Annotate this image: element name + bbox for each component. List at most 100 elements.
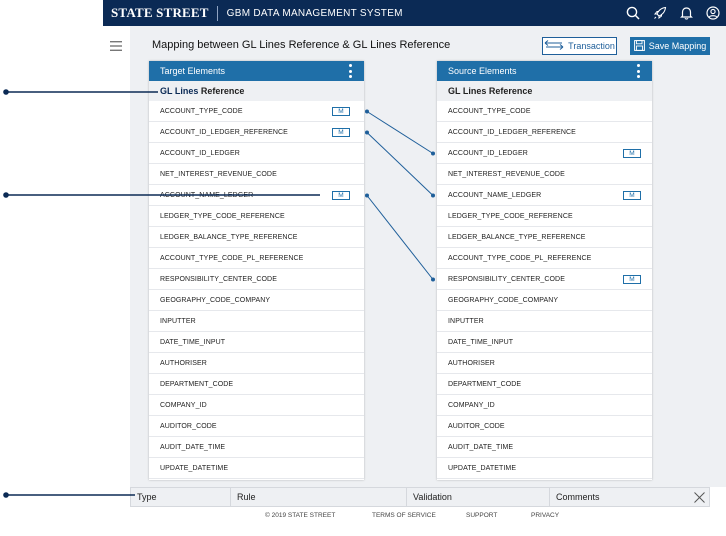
source-elements-panel: Source Elements GL Lines Reference ACCOU… [437,61,652,480]
source-row-label: GEOGRAPHY_CODE_COMPANY [448,296,559,304]
target-row-account-type-code-pl-reference[interactable]: ACCOUNT_TYPE_CODE_PL_REFERENCE [149,248,364,269]
target-row-label: UPDATE_DATETIME [160,464,229,472]
target-row-inputter[interactable]: INPUTTER [149,311,364,332]
target-row-label: ACCOUNT_ID_LEDGER [160,149,240,157]
source-row-account-id-ledger-reference[interactable]: ACCOUNT_ID_LEDGER_REFERENCE [437,122,652,143]
mapped-badge[interactable]: M [623,191,641,200]
target-row-account-name-ledger[interactable]: ACCOUNT_NAME_LEDGER M [149,185,364,206]
source-row-label: ACCOUNT_TYPE_CODE [448,107,531,115]
source-row-label: DATE_TIME_INPUT [448,338,514,346]
save-mapping-button[interactable]: Save Mapping [630,37,710,55]
source-row-auditor-code[interactable]: AUDITOR_CODE [437,416,652,437]
source-row-label: COMPANY_ID [448,401,495,409]
column-rule[interactable]: Rule [231,488,407,506]
user-icon[interactable] [706,6,720,20]
source-row-account-name-ledger[interactable]: ACCOUNT_NAME_LEDGER M [437,185,652,206]
rules-table-header: Type Rule Validation Comments [130,487,710,507]
column-validation[interactable]: Validation [407,488,550,506]
target-row-label: DEPARTMENT_CODE [160,380,234,388]
target-row-net-interest-revenue-code[interactable]: NET_INTEREST_REVENUE_CODE [149,164,364,185]
mapped-badge[interactable]: M [623,149,641,158]
mapped-badge[interactable]: M [623,275,641,284]
source-row-net-interest-revenue-code[interactable]: NET_INTEREST_REVENUE_CODE [437,164,652,185]
source-row-label: INPUTTER [448,317,484,325]
source-row-label: LEDGER_TYPE_CODE_REFERENCE [448,212,573,220]
source-element-list: ACCOUNT_TYPE_CODE ACCOUNT_ID_LEDGER_REFER… [437,101,652,479]
source-row-authoriser[interactable]: AUTHORISER [437,353,652,374]
callout-entity-dot [3,89,9,95]
header-icons [626,0,720,26]
target-row-authoriser[interactable]: AUTHORISER [149,353,364,374]
source-panel-title: Source Elements [448,66,517,76]
target-entity-name-rest: Reference [198,86,245,96]
source-row-update-datetime[interactable]: UPDATE_DATETIME [437,458,652,479]
target-row-company-id[interactable]: COMPANY_ID [149,395,364,416]
source-row-account-type-code[interactable]: ACCOUNT_TYPE_CODE [437,101,652,122]
target-row-label: ACCOUNT_ID_LEDGER_REFERENCE [160,128,288,136]
source-row-ledger-balance-type-reference[interactable]: LEDGER_BALANCE_TYPE_REFERENCE [437,227,652,248]
source-row-account-id-ledger[interactable]: ACCOUNT_ID_LEDGER M [437,143,652,164]
target-row-department-code[interactable]: DEPARTMENT_CODE [149,374,364,395]
footer: © 2019 STATE STREET TERMS OF SERVICE SUP… [0,512,726,522]
target-row-responsibility-center-code[interactable]: RESPONSIBILITY_CENTER_CODE [149,269,364,290]
target-row-label: ACCOUNT_NAME_LEDGER [160,191,254,199]
source-row-geography-code-company[interactable]: GEOGRAPHY_CODE_COMPANY [437,290,652,311]
column-comments[interactable]: Comments [550,488,690,506]
target-row-ledger-balance-type-reference[interactable]: LEDGER_BALANCE_TYPE_REFERENCE [149,227,364,248]
bell-icon[interactable] [680,6,693,20]
column-type[interactable]: Type [131,488,231,506]
target-row-label: COMPANY_ID [160,401,207,409]
footer-privacy-link[interactable]: PRIVACY [531,512,559,519]
close-icon[interactable] [694,492,705,505]
source-row-label: ACCOUNT_NAME_LEDGER [448,191,542,199]
source-row-audit-date-time[interactable]: AUDIT_DATE_TIME [437,437,652,458]
footer-terms-link[interactable]: TERMS OF SERVICE [372,512,436,519]
page-title: Mapping between GL Lines Reference & GL … [152,39,451,51]
source-row-label: DEPARTMENT_CODE [448,380,522,388]
target-panel-title: Target Elements [160,66,226,76]
target-row-update-datetime[interactable]: UPDATE_DATETIME [149,458,364,479]
mapped-badge[interactable]: M [332,191,350,200]
source-row-label: AUDITOR_CODE [448,422,505,430]
menu-icon[interactable] [110,38,122,56]
target-row-label: NET_INTEREST_REVENUE_CODE [160,170,277,178]
source-row-company-id[interactable]: COMPANY_ID [437,395,652,416]
source-row-department-code[interactable]: DEPARTMENT_CODE [437,374,652,395]
target-kebab-menu-icon[interactable] [349,64,353,78]
target-entity-name-highlight: GL Lines [160,86,199,96]
source-row-ledger-type-code-reference[interactable]: LEDGER_TYPE_CODE_REFERENCE [437,206,652,227]
target-row-account-id-ledger-reference[interactable]: ACCOUNT_ID_LEDGER_REFERENCE M [149,122,364,143]
target-row-account-id-ledger[interactable]: ACCOUNT_ID_LEDGER [149,143,364,164]
target-row-date-time-input[interactable]: DATE_TIME_INPUT [149,332,364,353]
brand-divider [216,5,218,21]
target-row-account-type-code[interactable]: ACCOUNT_TYPE_CODE M [149,101,364,122]
target-row-label: AUDITOR_CODE [160,422,217,430]
source-row-label: AUDIT_DATE_TIME [448,443,514,451]
target-row-geography-code-company[interactable]: GEOGRAPHY_CODE_COMPANY [149,290,364,311]
brand-logo[interactable]: STATE STREET [111,5,209,21]
rocket-icon[interactable] [653,6,667,20]
target-row-auditor-code[interactable]: AUDITOR_CODE [149,416,364,437]
source-row-label: ACCOUNT_ID_LEDGER_REFERENCE [448,128,576,136]
search-icon[interactable] [626,6,640,20]
target-row-label: AUTHORISER [160,359,207,367]
source-row-account-type-code-pl-reference[interactable]: ACCOUNT_TYPE_CODE_PL_REFERENCE [437,248,652,269]
target-row-ledger-type-code-reference[interactable]: LEDGER_TYPE_CODE_REFERENCE [149,206,364,227]
transaction-button[interactable]: Transaction [542,37,617,55]
source-row-label: LEDGER_BALANCE_TYPE_REFERENCE [448,233,586,241]
target-row-audit-date-time[interactable]: AUDIT_DATE_TIME [149,437,364,458]
target-entity-title: GL Lines Reference [149,81,364,101]
target-panel-header: Target Elements [149,61,364,81]
swap-arrows-icon [544,40,564,52]
footer-support-link[interactable]: SUPPORT [466,512,497,519]
source-row-date-time-input[interactable]: DATE_TIME_INPUT [437,332,652,353]
source-kebab-menu-icon[interactable] [637,64,641,78]
mapped-badge[interactable]: M [332,107,350,116]
callout-table-dot [3,492,9,498]
target-row-label: LEDGER_BALANCE_TYPE_REFERENCE [160,233,298,241]
source-row-inputter[interactable]: INPUTTER [437,311,652,332]
source-row-label: ACCOUNT_TYPE_CODE_PL_REFERENCE [448,254,592,262]
mapped-badge[interactable]: M [332,128,350,137]
source-row-responsibility-center-code[interactable]: RESPONSIBILITY_CENTER_CODE M [437,269,652,290]
source-entity-title: GL Lines Reference [437,81,652,101]
